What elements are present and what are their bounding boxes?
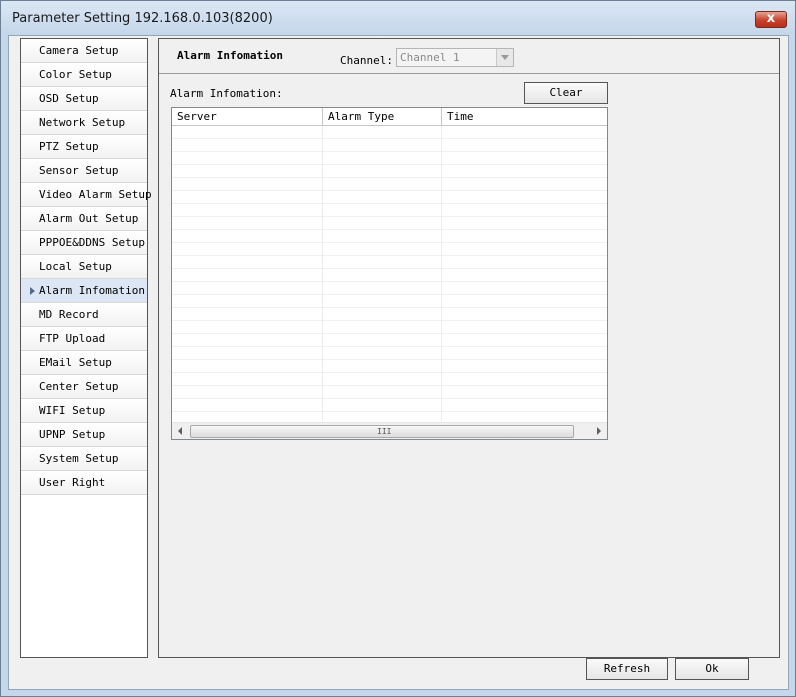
chevron-down-icon[interactable]	[496, 49, 513, 66]
scrollbar-thumb[interactable]: III	[190, 425, 574, 438]
title-bar[interactable]: Parameter Setting 192.168.0.103(8200) x	[1, 1, 795, 35]
sidebar-item-label: MD Record	[39, 308, 99, 321]
sidebar-item-md-record[interactable]: MD Record	[21, 303, 147, 327]
alarm-list-body[interactable]	[172, 126, 607, 421]
sidebar-item-local-setup[interactable]: Local Setup	[21, 255, 147, 279]
sidebar-item-label: Local Setup	[39, 260, 112, 273]
sidebar-item-upnp-setup[interactable]: UPNP Setup	[21, 423, 147, 447]
sidebar-item-pppoe-ddns-setup[interactable]: PPPOE&DDNS Setup	[21, 231, 147, 255]
column-header-server[interactable]: Server	[172, 108, 323, 126]
alarm-list-header: Server Alarm Type Time	[172, 108, 607, 126]
sidebar-item-ftp-upload[interactable]: FTP Upload	[21, 327, 147, 351]
sidebar-item-network-setup[interactable]: Network Setup	[21, 111, 147, 135]
alarm-list[interactable]: Server Alarm Type Time III	[171, 107, 608, 440]
sidebar-item-label: OSD Setup	[39, 92, 99, 105]
column-header-time[interactable]: Time	[442, 108, 607, 126]
refresh-button[interactable]: Refresh	[586, 658, 668, 680]
panel-title: Alarm Infomation	[177, 49, 283, 62]
sidebar-item-label: PPPOE&DDNS Setup	[39, 236, 145, 249]
sidebar-item-center-setup[interactable]: Center Setup	[21, 375, 147, 399]
sidebar-item-label: WIFI Setup	[39, 404, 106, 417]
sidebar-item-label: EMail Setup	[39, 356, 112, 369]
sidebar-item-label: Video Alarm Setup	[39, 188, 152, 201]
sidebar-item-label: Network Setup	[39, 116, 126, 129]
channel-label: Channel:	[340, 54, 393, 67]
sidebar-item-label: FTP Upload	[39, 332, 106, 345]
sidebar-item-label: UPNP Setup	[39, 428, 106, 441]
sidebar-item-label: Center Setup	[39, 380, 119, 393]
alarm-info-label: Alarm Infomation:	[170, 87, 283, 100]
sidebar-item-label: PTZ Setup	[39, 140, 99, 153]
sidebar-item-color-setup[interactable]: Color Setup	[21, 63, 147, 87]
dialog-client-area: Camera Setup Color Setup OSD Setup Netwo…	[8, 35, 789, 690]
sidebar-item-alarm-infomation[interactable]: Alarm Infomation	[21, 279, 147, 303]
alarm-information-panel: Alarm Infomation Channel: Channel 1 Alar…	[158, 38, 780, 658]
sidebar-item-label: User Right	[39, 476, 106, 489]
sidebar-item-email-setup[interactable]: EMail Setup	[21, 351, 147, 375]
sidebar-item-sensor-setup[interactable]: Sensor Setup	[21, 159, 147, 183]
sidebar-item-user-right[interactable]: User Right	[21, 471, 147, 495]
sidebar-item-ptz-setup[interactable]: PTZ Setup	[21, 135, 147, 159]
settings-sidebar: Camera Setup Color Setup OSD Setup Netwo…	[20, 38, 152, 658]
scroll-left-arrow-icon[interactable]	[178, 427, 182, 435]
close-button[interactable]: x	[755, 11, 787, 28]
sidebar-item-label: Alarm Out Setup	[39, 212, 139, 225]
sidebar-item-osd-setup[interactable]: OSD Setup	[21, 87, 147, 111]
selected-arrow-icon	[30, 287, 35, 295]
window-title: Parameter Setting 192.168.0.103(8200)	[12, 11, 273, 26]
ok-button[interactable]: Ok	[675, 658, 749, 680]
column-header-alarm-type[interactable]: Alarm Type	[323, 108, 442, 126]
close-icon: x	[766, 11, 776, 26]
sidebar-item-alarm-out-setup[interactable]: Alarm Out Setup	[21, 207, 147, 231]
sidebar-item-label: System Setup	[39, 452, 119, 465]
sidebar-item-wifi-setup[interactable]: WIFI Setup	[21, 399, 147, 423]
sidebar-item-system-setup[interactable]: System Setup	[21, 447, 147, 471]
sidebar-item-label: Sensor Setup	[39, 164, 119, 177]
sidebar-item-camera-setup[interactable]: Camera Setup	[21, 39, 147, 63]
sidebar-item-label: Color Setup	[39, 68, 112, 81]
channel-select-value: Channel 1	[400, 51, 460, 64]
horizontal-scrollbar[interactable]: III	[172, 422, 607, 439]
panel-header: Alarm Infomation Channel: Channel 1	[159, 39, 779, 74]
sidebar-item-label: Alarm Infomation	[39, 284, 145, 297]
clear-button[interactable]: Clear	[524, 82, 608, 104]
scroll-right-arrow-icon[interactable]	[597, 427, 601, 435]
channel-select[interactable]: Channel 1	[396, 48, 514, 67]
parameter-setting-window: Parameter Setting 192.168.0.103(8200) x …	[0, 0, 796, 697]
grip-icon: III	[377, 427, 392, 436]
sidebar-item-video-alarm-setup[interactable]: Video Alarm Setup	[21, 183, 152, 207]
sidebar-item-label: Camera Setup	[39, 44, 119, 57]
